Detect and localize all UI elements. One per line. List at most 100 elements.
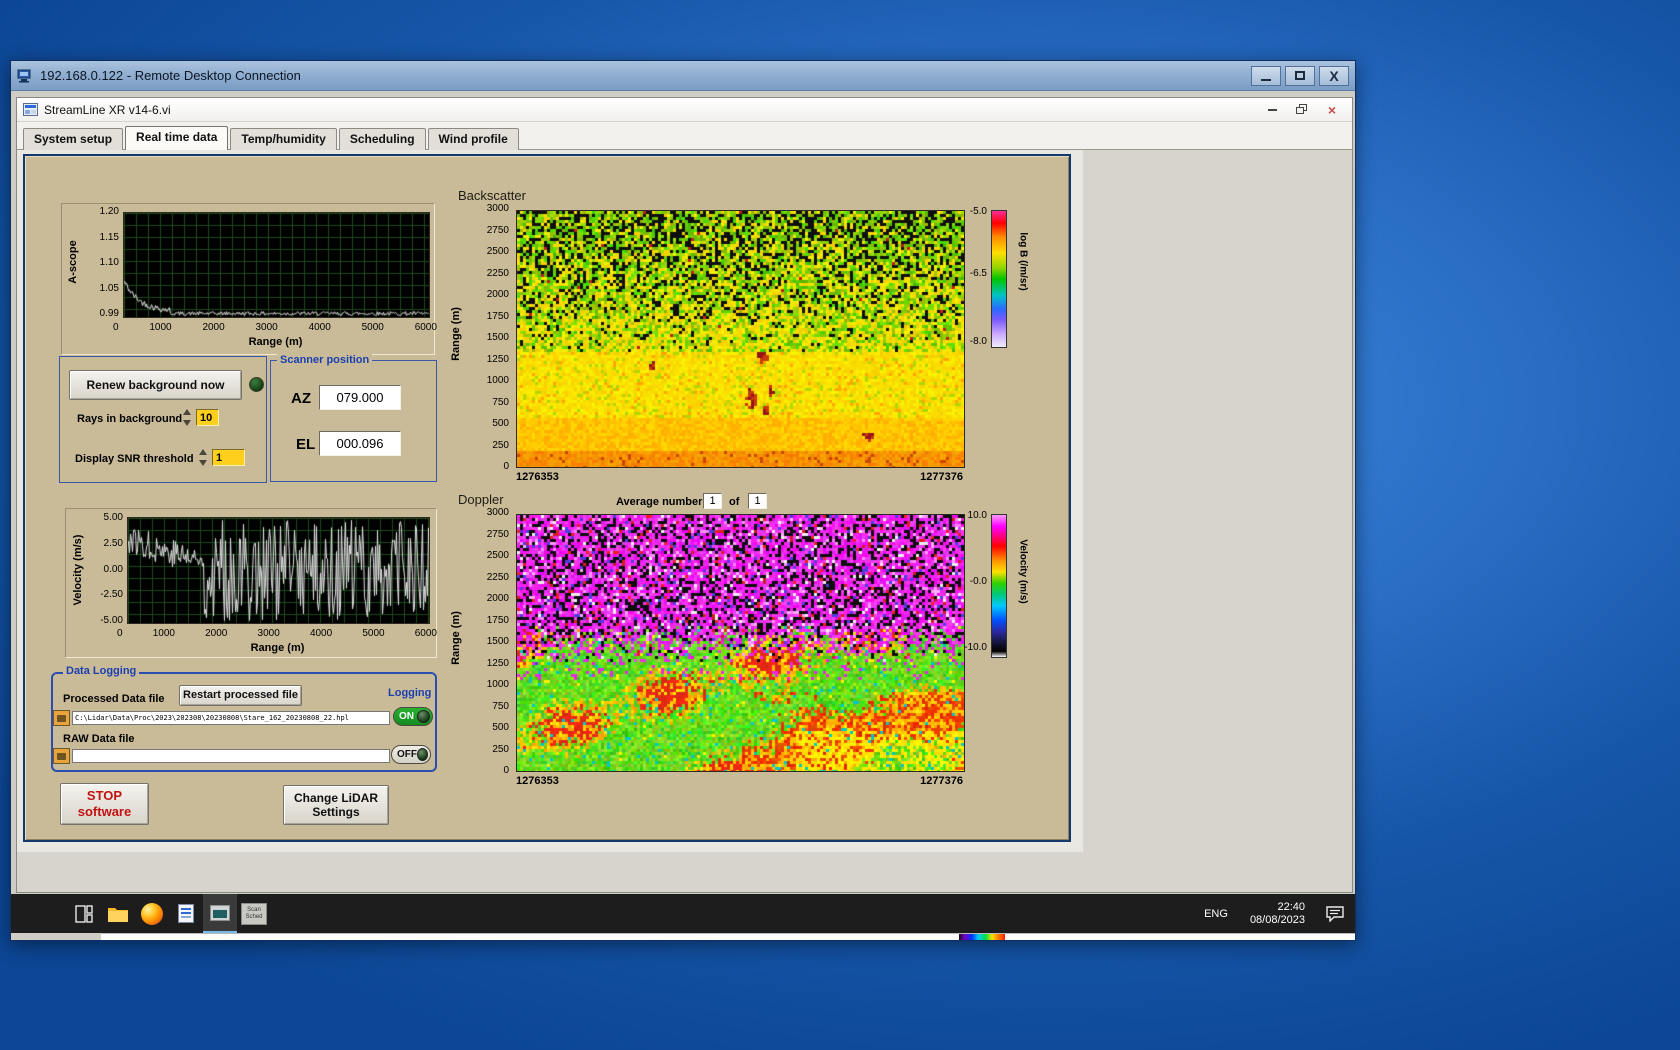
a-scope-ytick: 1.10 (99, 257, 119, 268)
tab-system-setup[interactable]: System setup (23, 128, 124, 150)
velocity-xtick: 1000 (152, 628, 175, 639)
snr-spinner[interactable] (199, 449, 209, 466)
backscatter-ytick: 500 (492, 418, 509, 429)
spin-up-icon[interactable] (199, 449, 207, 455)
tab-real-time-data[interactable]: Real time data (125, 126, 229, 150)
doppler-x-start: 1276353 (516, 775, 559, 787)
spin-down-icon[interactable] (183, 420, 191, 426)
file-explorer-icon[interactable] (101, 894, 135, 933)
doppler-xaxis: 1276353 1277376 (516, 775, 963, 787)
restart-processed-file-button[interactable]: Restart processed file (179, 685, 302, 706)
language-indicator[interactable]: ENG (1192, 894, 1240, 933)
velocity-ytick: 5.00 (103, 512, 123, 523)
velocity-ytick: 0.00 (103, 563, 123, 575)
scanner-position-title: Scanner position (277, 354, 373, 366)
backscatter-ytick: 2250 (486, 267, 509, 279)
az-value-field[interactable]: 079.000 (319, 385, 401, 410)
backscatter-ytick: 2750 (486, 224, 509, 236)
snr-value-field[interactable]: 1 (212, 449, 245, 466)
velocity-xaxis: 0 1000 2000 3000 4000 5000 6000 (117, 628, 437, 639)
a-scope-ytick: 1.05 (99, 282, 119, 294)
velocity-xtick: 2000 (205, 628, 228, 639)
app-close-icon[interactable]: × (1318, 101, 1346, 119)
processed-path-input[interactable] (72, 711, 390, 725)
raw-path-input[interactable] (72, 749, 390, 763)
remote-desktop-screen: StreamLine XR v14-6.vi × System setup Re… (11, 91, 1355, 940)
backscatter-ytick: 750 (492, 396, 509, 408)
doppler-ytick: 1750 (486, 614, 509, 626)
doppler-ytick: 1250 (486, 657, 509, 669)
backscatter-ytick: 3000 (486, 203, 509, 214)
backscatter-ytick: 2000 (486, 289, 509, 300)
backscatter-title: Backscatter (458, 188, 526, 203)
front-panel: 1.20 1.15 1.10 1.05 0.99 0 1000 2000 3000 4000 50… (23, 154, 1071, 842)
average-count-field[interactable]: 1 (748, 493, 767, 509)
scan-scheduler-icon[interactable]: Scan Sched (237, 894, 271, 933)
a-scope-plot (123, 212, 430, 318)
notification-chat-icon[interactable] (1315, 894, 1355, 933)
minimize-icon[interactable] (1251, 65, 1281, 86)
processed-data-file-label: Processed Data file (63, 693, 165, 705)
velocity-xlabel: Range (m) (250, 642, 305, 654)
app-titlebar[interactable]: StreamLine XR v14-6.vi × (17, 98, 1352, 122)
doppler-heatmap (516, 514, 965, 772)
spin-down-icon[interactable] (199, 460, 207, 466)
task-view-icon[interactable] (67, 894, 101, 933)
change-lidar-settings-button[interactable]: Change LiDAR Settings (283, 785, 389, 825)
doppler-ytick: 500 (492, 722, 509, 733)
raw-path-browse-icon[interactable] (53, 748, 70, 764)
backscatter-ytick: 250 (492, 439, 509, 451)
rdp-computer-icon (17, 69, 33, 83)
firefox-icon[interactable] (135, 894, 169, 933)
rays-value-field[interactable]: 10 (196, 409, 219, 426)
velocity-ylabel: Velocity (m/s) (72, 534, 84, 606)
logging-label: Logging (385, 687, 435, 699)
doppler-ytick: 2750 (486, 528, 509, 540)
doppler-title: Doppler (458, 492, 504, 507)
rays-in-background-label: Rays in background (77, 413, 183, 425)
clock-date: 08/08/2023 (1249, 913, 1305, 926)
app-minimize-icon[interactable] (1258, 101, 1286, 119)
data-logging-title: Data Logging (63, 665, 140, 677)
labview-document-icon[interactable] (169, 894, 203, 933)
processed-logging-toggle[interactable]: ON (393, 707, 433, 726)
a-scope-ytick: 1.15 (99, 231, 119, 243)
maximize-icon[interactable] (1285, 65, 1315, 86)
stop-software-button[interactable]: STOP software (60, 783, 149, 825)
doppler-ytick: 3000 (486, 507, 509, 518)
renew-background-button[interactable]: Renew background now (69, 370, 242, 400)
a-scope-xtick: 6000 (414, 322, 437, 333)
tab-scheduling[interactable]: Scheduling (338, 128, 426, 150)
close-icon[interactable]: X (1319, 65, 1349, 86)
average-number-field[interactable]: 1 (703, 493, 722, 509)
backscatter-colorbar-label: log B (/m/sr) (1017, 232, 1029, 291)
a-scope-ylabel: A-scope (67, 240, 79, 284)
streamline-app-window: StreamLine XR v14-6.vi × System setup Re… (16, 97, 1353, 893)
toggle-off-label: OFF (397, 749, 417, 760)
doppler-yaxis: 3000 2750 2500 2250 2000 1750 1500 1250 1000 750 5… (457, 508, 509, 776)
a-scope-ytick: 0.99 (99, 308, 119, 319)
app-restore-icon[interactable] (1288, 101, 1316, 119)
clock[interactable]: 22:40 08/08/2023 (1240, 901, 1315, 927)
velocity-yaxis: 5.00 2.50 0.00 -2.50 -5.00 (89, 513, 123, 626)
clock-time: 22:40 (1277, 900, 1305, 913)
processed-path-browse-icon[interactable] (53, 710, 70, 726)
vi-front-panel-area: 1.20 1.15 1.10 1.05 0.99 0 1000 2000 3000 4000 50… (17, 150, 1352, 892)
el-value-field[interactable]: 000.096 (319, 431, 401, 456)
doppler-ytick: 1500 (486, 636, 509, 647)
rays-spinner[interactable] (183, 409, 193, 426)
a-scope-xtick: 1000 (149, 322, 172, 333)
renew-led-indicator (249, 377, 264, 392)
doppler-ytick: 2500 (486, 550, 509, 561)
tab-wind-profile[interactable]: Wind profile (427, 128, 519, 150)
tab-temp-humidity[interactable]: Temp/humidity (230, 128, 337, 150)
rdp-titlebar[interactable]: 192.168.0.122 - Remote Desktop Connectio… (11, 61, 1355, 91)
doppler-ylabel: Range (m) (450, 611, 462, 665)
average-number-label: Average number (616, 496, 703, 508)
scan-icon-text2: Sched (245, 913, 263, 920)
doppler-ytick: 2250 (486, 571, 509, 583)
spin-up-icon[interactable] (183, 409, 191, 415)
of-label: of (729, 496, 740, 508)
raw-logging-toggle[interactable]: OFF (391, 745, 431, 764)
streamline-taskbar-icon[interactable] (203, 894, 237, 933)
